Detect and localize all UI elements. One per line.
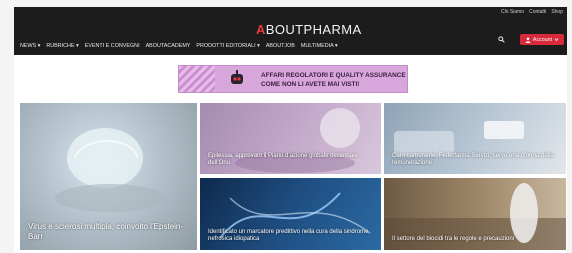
- nav-aboutacademy[interactable]: ABOUTACADEMY: [146, 43, 191, 49]
- top-link-contatti[interactable]: Contatti: [529, 9, 546, 15]
- article-card[interactable]: Epilessia, approvato il Piano d’azione g…: [200, 103, 381, 174]
- article-title: Identificato un marcatore predittivo nel…: [208, 228, 369, 243]
- nav-news[interactable]: NEWS ▾: [20, 43, 40, 49]
- article-card-main[interactable]: Virus e sclerosi multipla, coinvolto l’E…: [20, 103, 197, 250]
- nav-eventi-convegni[interactable]: EVENTI E CONVEGNI: [85, 43, 140, 49]
- article-title: Caro carburante, Federfarma Servizi: ser…: [392, 152, 554, 167]
- robot-icon: [231, 70, 243, 84]
- top-link-shop[interactable]: Shop: [551, 9, 563, 15]
- account-label: Account: [532, 36, 553, 43]
- site-header: Chi Siamo Contatti Shop A BOUTPHARMA NEWS…: [14, 7, 567, 55]
- logo-mark: A: [256, 21, 266, 37]
- article-card[interactable]: Caro carburante, Federfarma Servizi: ser…: [384, 103, 566, 174]
- article-title: Il settore del biocidi tra le regole e p…: [392, 236, 515, 243]
- banner-pattern: [179, 66, 215, 92]
- site-logo[interactable]: A BOUTPHARMA: [256, 20, 362, 38]
- account-button[interactable]: Account: [520, 34, 564, 45]
- article-card[interactable]: Il settore del biocidi tra le regole e p…: [384, 178, 566, 250]
- article-card[interactable]: Identificato un marcatore predittivo nel…: [200, 178, 381, 250]
- promo-banner[interactable]: AFFARI REGOLATORI E QUALITY ASSURANCE CO…: [178, 65, 408, 93]
- search-icon[interactable]: [498, 36, 505, 43]
- nav-rubriche[interactable]: RUBRICHE ▾: [46, 43, 78, 49]
- main-nav: NEWS ▾ RUBRICHE ▾ EVENTI E CONVEGNI ABOU…: [20, 43, 338, 49]
- top-links: Chi Siamo Contatti Shop: [501, 9, 563, 15]
- nav-aboutjob[interactable]: ABOUTJOB: [266, 43, 295, 49]
- banner-line-2: COME NON LI AVETE MAI VISTI!: [261, 81, 360, 88]
- article-title: Epilessia, approvato il Piano d’azione g…: [208, 152, 358, 167]
- article-title: Virus e sclerosi multipla, coinvolto l’E…: [28, 222, 184, 241]
- logo-text: BOUTPHARMA: [265, 21, 362, 37]
- nav-prodotti-editoriali[interactable]: PRODOTTI EDITORIALI ▾: [196, 43, 259, 49]
- banner-line-1: AFFARI REGOLATORI E QUALITY ASSURANCE: [261, 72, 406, 79]
- user-icon: [525, 36, 531, 43]
- top-link-chi-siamo[interactable]: Chi Siamo: [501, 9, 524, 15]
- nav-multimedia[interactable]: MULTIMEDIA ▾: [301, 43, 338, 49]
- chevron-down-icon: [554, 38, 559, 42]
